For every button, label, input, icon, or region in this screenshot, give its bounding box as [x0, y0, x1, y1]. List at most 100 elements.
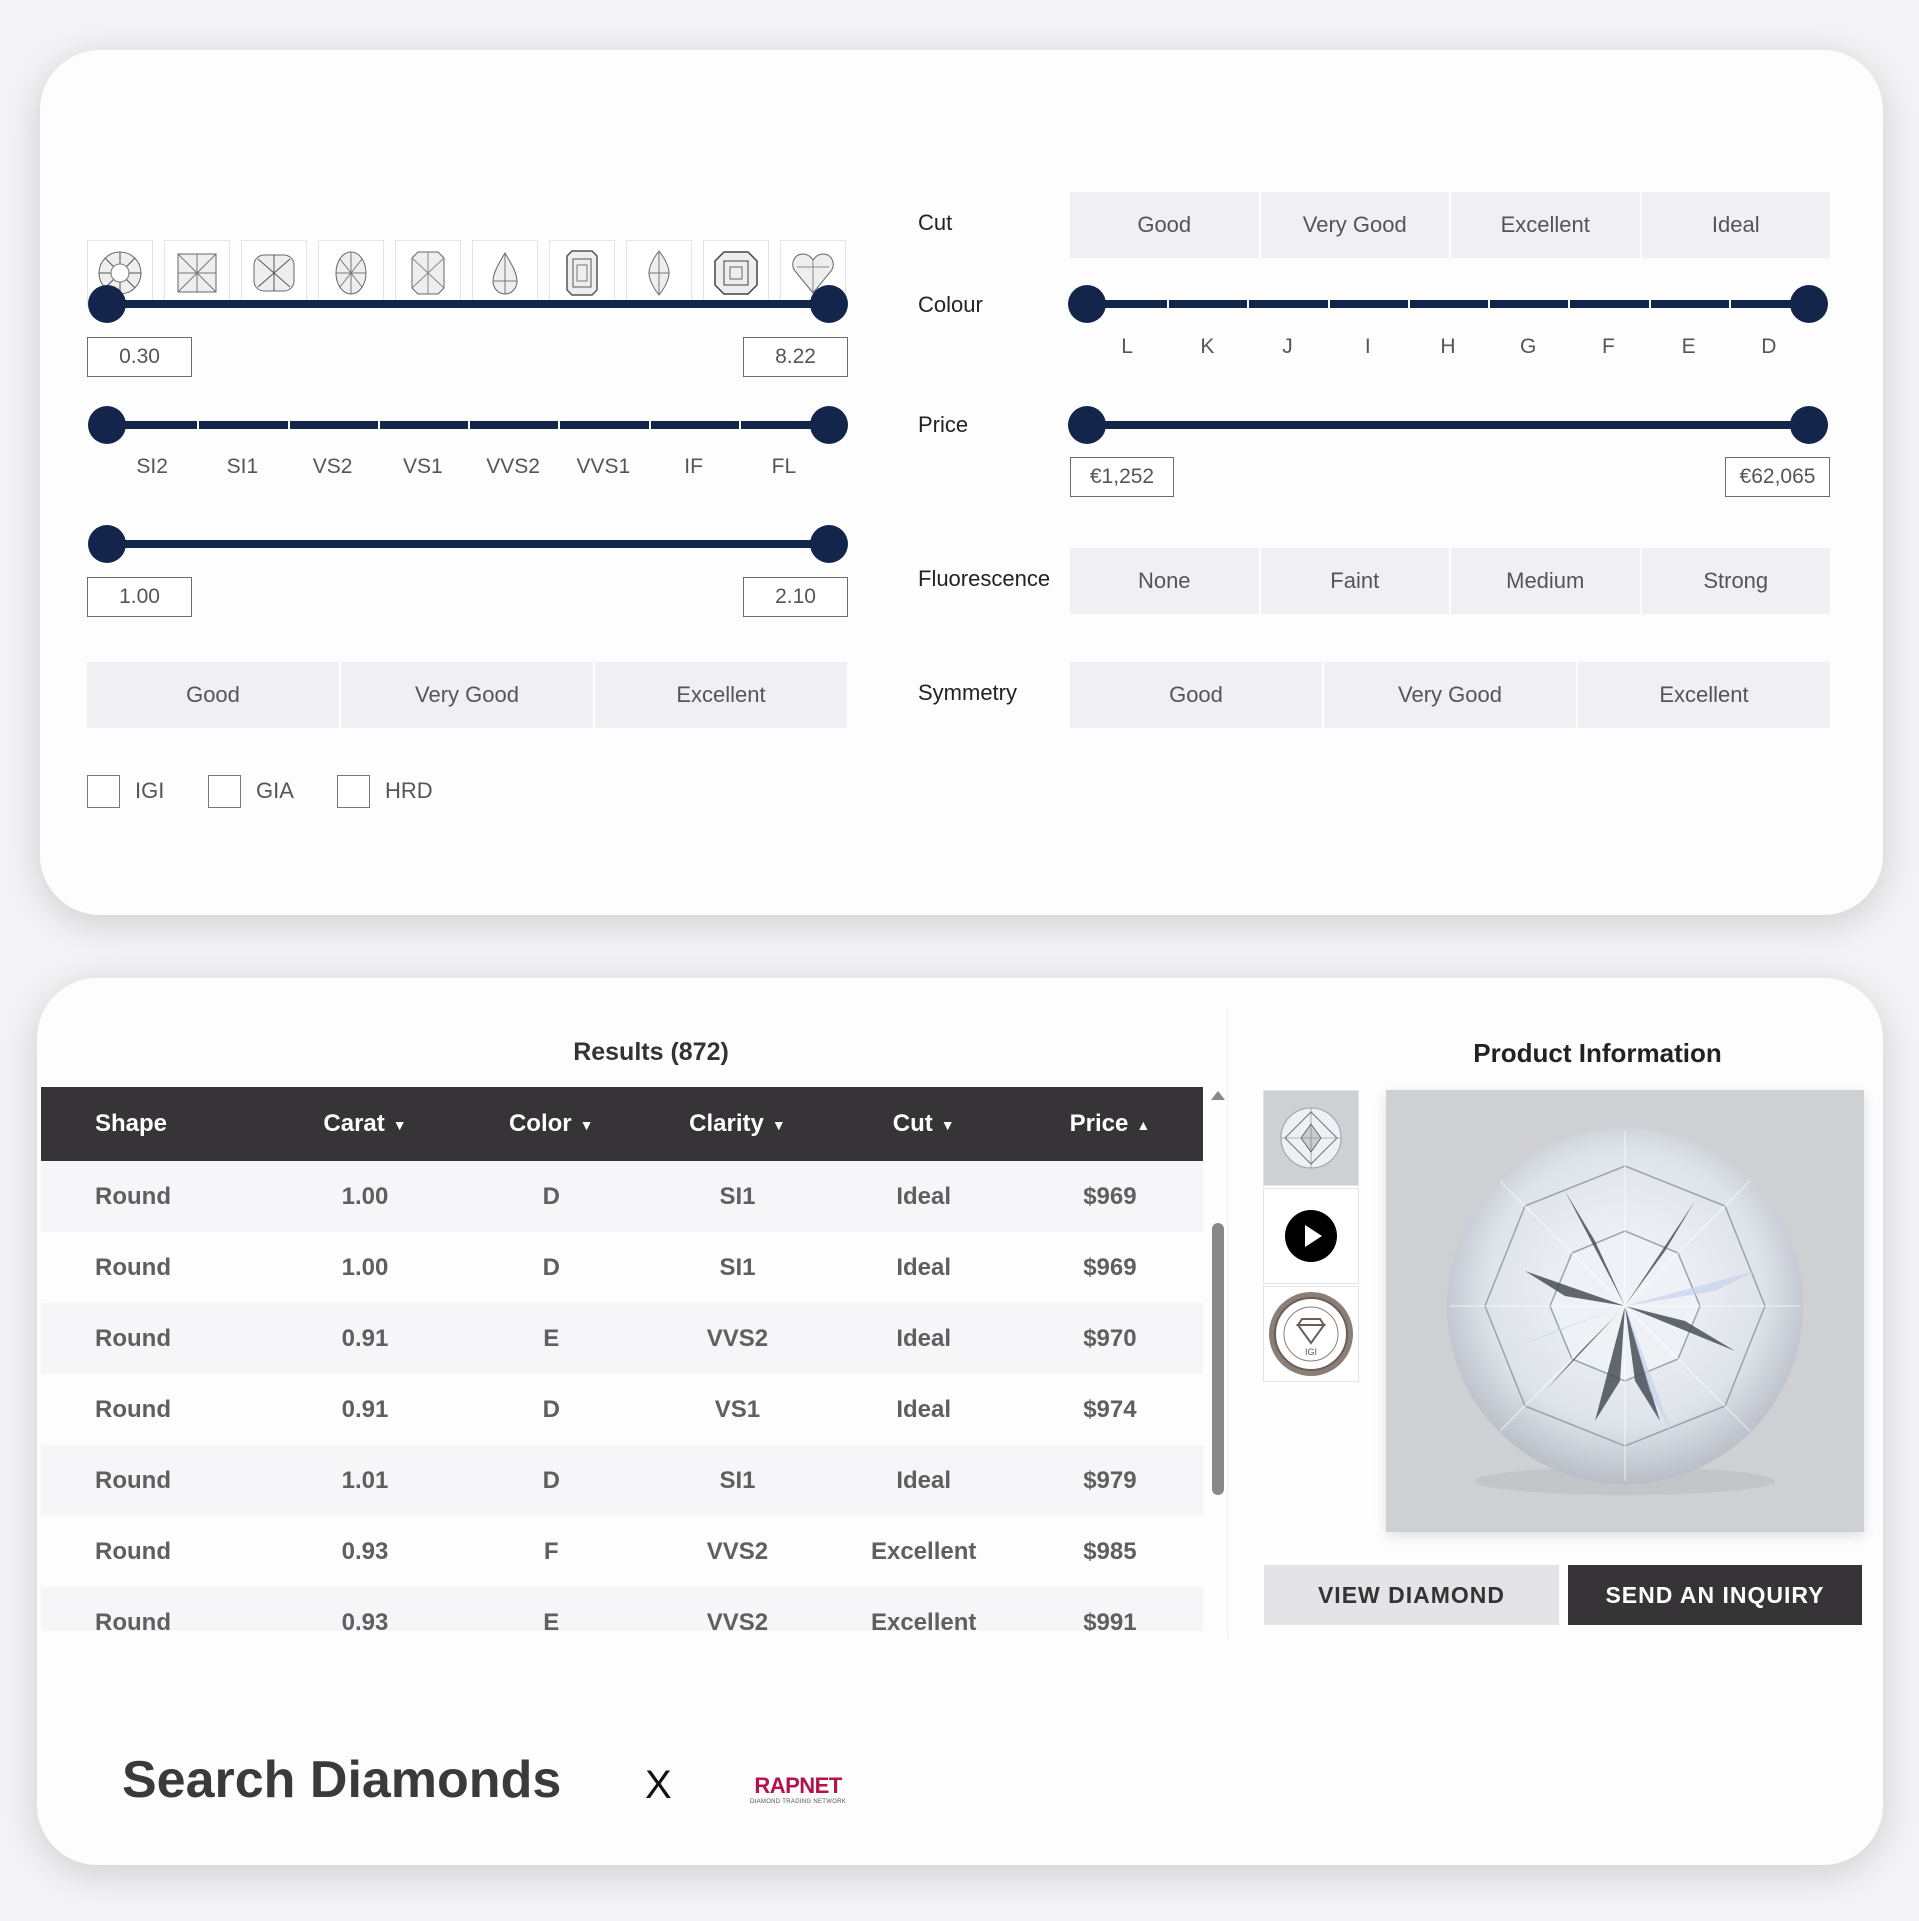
- clarity-label-vvs2[interactable]: VVS2: [486, 455, 540, 479]
- column-header-price[interactable]: Price ▲: [1017, 1110, 1203, 1138]
- price-slider-track[interactable]: [1068, 406, 1828, 444]
- shape-option-marquise[interactable]: [626, 240, 692, 306]
- clarity-label-fl[interactable]: FL: [772, 455, 797, 479]
- ratio-slider-track[interactable]: [88, 525, 848, 563]
- colour-label-g[interactable]: G: [1520, 335, 1536, 359]
- colour-label-d[interactable]: D: [1761, 335, 1776, 359]
- clarity-label-si1[interactable]: SI1: [227, 455, 259, 479]
- clarity-slider-track[interactable]: [88, 406, 848, 444]
- colour-min-thumb[interactable]: [1068, 285, 1106, 323]
- polish-option-good[interactable]: Good: [87, 662, 339, 728]
- cut-option-excellent[interactable]: Excellent: [1451, 192, 1640, 258]
- thumbnail-certificate[interactable]: IGI: [1263, 1286, 1359, 1382]
- lab-checkbox-gia[interactable]: [208, 775, 241, 808]
- clarity-label-if[interactable]: IF: [684, 455, 703, 479]
- scrollbar-thumb[interactable]: [1212, 1223, 1224, 1495]
- colour-label-h[interactable]: H: [1440, 335, 1455, 359]
- ratio-min-input[interactable]: 1.00: [87, 577, 192, 617]
- colour-label-l[interactable]: L: [1121, 335, 1133, 359]
- shape-option-radiant[interactable]: [395, 240, 461, 306]
- clarity-label-si2[interactable]: SI2: [136, 455, 168, 479]
- table-row[interactable]: Round 0.91 E VVS2 Ideal $970: [41, 1303, 1203, 1374]
- column-header-cut[interactable]: Cut ▼: [831, 1110, 1017, 1138]
- shape-option-emerald[interactable]: [549, 240, 615, 306]
- lab-label-hrd[interactable]: HRD: [385, 778, 433, 804]
- shape-option-asscher[interactable]: [703, 240, 769, 306]
- lab-label-gia[interactable]: GIA: [256, 778, 294, 804]
- price-min-input[interactable]: €1,252: [1070, 457, 1174, 497]
- sort-descending-icon[interactable]: ▼: [393, 1117, 407, 1133]
- colour-label-j[interactable]: J: [1282, 335, 1293, 359]
- send-inquiry-button[interactable]: SEND AN INQUIRY: [1568, 1565, 1862, 1625]
- table-row[interactable]: Round 1.01 D SI1 Ideal $979: [41, 1445, 1203, 1516]
- clarity-label-vvs1[interactable]: VVS1: [577, 455, 631, 479]
- scroll-up-arrow-icon[interactable]: [1211, 1091, 1225, 1100]
- fluorescence-option-medium[interactable]: Medium: [1451, 548, 1640, 614]
- cut-option-good[interactable]: Good: [1070, 192, 1259, 258]
- shape-option-oval[interactable]: [318, 240, 384, 306]
- price-max-input[interactable]: €62,065: [1725, 457, 1830, 497]
- fluorescence-option-none[interactable]: None: [1070, 548, 1259, 614]
- clarity-min-thumb[interactable]: [88, 406, 126, 444]
- column-header-shape[interactable]: Shape: [41, 1110, 272, 1138]
- shape-option-princess[interactable]: [164, 240, 230, 306]
- lab-checkbox-igi[interactable]: [87, 775, 120, 808]
- clarity-max-thumb[interactable]: [810, 406, 848, 444]
- carat-max-thumb[interactable]: [810, 285, 848, 323]
- cell-color: D: [542, 1466, 560, 1494]
- ratio-min-thumb[interactable]: [88, 525, 126, 563]
- sort-ascending-icon[interactable]: ▲: [1136, 1117, 1150, 1133]
- colour-slider-track[interactable]: [1068, 285, 1828, 323]
- carat-min-input[interactable]: 0.30: [87, 337, 192, 377]
- slider-tick: [1247, 300, 1250, 308]
- column-header-label: Cut: [892, 1110, 933, 1137]
- view-diamond-button[interactable]: VIEW DIAMOND: [1264, 1565, 1559, 1625]
- column-header-clarity[interactable]: Clarity ▼: [644, 1110, 830, 1138]
- column-header-color[interactable]: Color ▼: [458, 1110, 644, 1138]
- fluorescence-option-strong[interactable]: Strong: [1641, 548, 1830, 614]
- slider-tick: [197, 421, 200, 429]
- column-header-carat[interactable]: Carat ▼: [272, 1110, 458, 1138]
- table-row[interactable]: Round 1.00 D SI1 Ideal $969: [41, 1232, 1203, 1303]
- shape-option-cushion[interactable]: [241, 240, 307, 306]
- polish-options: Good Very Good Excellent: [87, 662, 847, 728]
- price-max-thumb[interactable]: [1790, 406, 1828, 444]
- carat-slider-track[interactable]: [88, 285, 848, 323]
- cut-option-very-good[interactable]: Very Good: [1260, 192, 1449, 258]
- colour-max-thumb[interactable]: [1790, 285, 1828, 323]
- ratio-max-input[interactable]: 2.10: [743, 577, 848, 617]
- table-row[interactable]: Round 1.00 D SI1 Ideal $969: [41, 1161, 1203, 1232]
- colour-label-k[interactable]: K: [1200, 335, 1214, 359]
- polish-option-excellent[interactable]: Excellent: [595, 662, 847, 728]
- fluorescence-option-faint[interactable]: Faint: [1260, 548, 1449, 614]
- lab-label-igi[interactable]: IGI: [135, 778, 164, 804]
- carat-max-input[interactable]: 8.22: [743, 337, 848, 377]
- cell-shape: Round: [95, 1182, 171, 1210]
- table-row[interactable]: Round 0.91 D VS1 Ideal $974: [41, 1374, 1203, 1445]
- symmetry-option-excellent[interactable]: Excellent: [1578, 662, 1830, 728]
- table-row[interactable]: Round 0.93 F VVS2 Excellent $985: [41, 1516, 1203, 1587]
- clarity-label-vs2[interactable]: VS2: [313, 455, 353, 479]
- princess-diamond-icon: [177, 253, 217, 293]
- colour-label-f[interactable]: F: [1602, 335, 1615, 359]
- symmetry-option-good[interactable]: Good: [1070, 662, 1322, 728]
- table-scrollbar[interactable]: [1207, 1087, 1229, 1632]
- thumbnail-video[interactable]: [1263, 1188, 1359, 1284]
- colour-label: Colour: [918, 292, 983, 317]
- shape-option-pear[interactable]: [472, 240, 538, 306]
- table-row[interactable]: Round 0.93 E VVS2 Excellent $991: [41, 1587, 1203, 1631]
- clarity-label-vs1[interactable]: VS1: [403, 455, 443, 479]
- cut-option-ideal[interactable]: Ideal: [1641, 192, 1830, 258]
- polish-option-very-good[interactable]: Very Good: [341, 662, 593, 728]
- ratio-max-thumb[interactable]: [810, 525, 848, 563]
- colour-label-i[interactable]: I: [1365, 335, 1371, 359]
- colour-label-e[interactable]: E: [1682, 335, 1696, 359]
- price-min-thumb[interactable]: [1068, 406, 1106, 444]
- lab-checkbox-hrd[interactable]: [337, 775, 370, 808]
- sort-descending-icon[interactable]: ▼: [772, 1117, 786, 1133]
- carat-min-thumb[interactable]: [88, 285, 126, 323]
- symmetry-option-very-good[interactable]: Very Good: [1324, 662, 1576, 728]
- sort-descending-icon[interactable]: ▼: [580, 1117, 594, 1133]
- sort-descending-icon[interactable]: ▼: [941, 1117, 955, 1133]
- thumbnail-diamond-photo[interactable]: [1263, 1090, 1359, 1186]
